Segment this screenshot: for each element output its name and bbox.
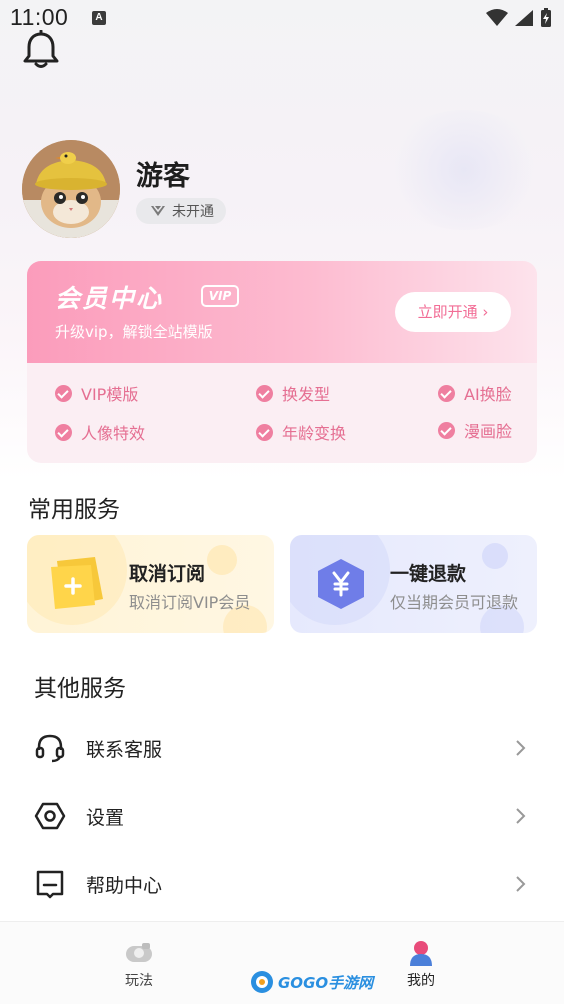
help-center-row[interactable]: 帮助中心 bbox=[0, 850, 564, 918]
help-message-icon bbox=[34, 868, 66, 900]
check-icon bbox=[55, 423, 72, 441]
cancel-subscription-card[interactable]: 取消订阅 取消订阅VIP会员 bbox=[27, 535, 274, 633]
card-decoration bbox=[207, 545, 237, 575]
vip-member-card[interactable]: 会员中心 VIP 升级vip，解锁全站模版 立即开通 › VIP模版 换发型 A… bbox=[27, 261, 537, 463]
common-services-title: 常用服务 bbox=[28, 497, 120, 523]
watermark-logo-icon bbox=[251, 971, 273, 993]
contact-support-label: 联系客服 bbox=[86, 738, 163, 761]
profile-icon bbox=[410, 941, 432, 966]
vip-subtitle: 升级vip，解锁全站模版 bbox=[55, 323, 213, 341]
nav-tab-play-label: 玩法 bbox=[125, 973, 153, 989]
refund-card[interactable]: 一键退款 仅当期会员可退款 bbox=[290, 535, 537, 633]
plus-folder-icon bbox=[51, 557, 103, 609]
status-icons bbox=[486, 8, 552, 28]
vip-features: VIP模版 换发型 AI换脸 人像特效 年龄变换 漫画脸 bbox=[27, 363, 537, 463]
vip-title: 会员中心 bbox=[55, 284, 164, 313]
nav-tab-profile-label: 我的 bbox=[407, 973, 435, 989]
watermark-text: GOGO手游网 bbox=[278, 973, 374, 992]
bottom-navigation: 玩法 我的 GOGO手游网 bbox=[0, 921, 564, 1004]
settings-row[interactable]: 设置 bbox=[0, 782, 564, 850]
play-icon bbox=[126, 943, 152, 962]
avatar[interactable] bbox=[22, 140, 120, 238]
chevron-right-icon bbox=[516, 808, 526, 824]
settings-hexagon-icon bbox=[34, 800, 66, 832]
card-decoration bbox=[482, 543, 508, 569]
status-time: 11:00 bbox=[10, 4, 69, 30]
watermark: GOGO手游网 bbox=[250, 970, 373, 994]
check-icon bbox=[256, 384, 273, 402]
wifi-icon bbox=[486, 9, 508, 26]
vip-feature: VIP模版 bbox=[55, 381, 138, 405]
vip-feature: AI换脸 bbox=[438, 381, 512, 405]
cancel-subscription-title: 取消订阅 bbox=[129, 563, 206, 585]
refund-subtitle: 仅当期会员可退款 bbox=[390, 593, 519, 612]
chevron-right-icon bbox=[516, 740, 526, 756]
battery-icon bbox=[541, 8, 551, 27]
signal-icon bbox=[515, 10, 533, 26]
nav-tab-play[interactable]: 玩法 bbox=[124, 940, 154, 990]
check-icon bbox=[438, 421, 455, 439]
contact-support-row[interactable]: 联系客服 bbox=[0, 714, 564, 782]
vip-feature: 年龄变换 bbox=[256, 420, 346, 444]
nav-tab-profile[interactable]: 我的 bbox=[406, 940, 436, 990]
diamond-icon bbox=[151, 205, 165, 216]
vip-feature: 漫画脸 bbox=[438, 418, 512, 442]
check-icon bbox=[438, 384, 455, 402]
check-icon bbox=[256, 423, 273, 441]
cancel-subscription-subtitle: 取消订阅VIP会员 bbox=[129, 593, 251, 612]
vip-feature: 人像特效 bbox=[55, 420, 145, 444]
refund-title: 一键退款 bbox=[390, 563, 467, 585]
headset-icon bbox=[34, 732, 66, 764]
other-services-title: 其他服务 bbox=[34, 676, 126, 702]
check-icon bbox=[55, 384, 72, 402]
vip-card-header: 会员中心 VIP 升级vip，解锁全站模版 立即开通 › bbox=[27, 261, 537, 363]
vip-feature: 换发型 bbox=[256, 381, 330, 405]
member-status-badge: 未开通 bbox=[136, 198, 226, 224]
yen-hexagon-icon bbox=[318, 559, 364, 609]
username: 游客 bbox=[136, 161, 190, 192]
member-status-text: 未开通 bbox=[172, 204, 214, 220]
notification-icon: A bbox=[92, 11, 106, 25]
settings-label: 设置 bbox=[86, 806, 125, 829]
notification-bell-icon[interactable] bbox=[22, 29, 60, 70]
activate-vip-button[interactable]: 立即开通 › bbox=[395, 292, 511, 332]
help-center-label: 帮助中心 bbox=[86, 874, 163, 897]
vip-tag: VIP bbox=[201, 285, 239, 307]
chevron-right-icon bbox=[516, 876, 526, 892]
